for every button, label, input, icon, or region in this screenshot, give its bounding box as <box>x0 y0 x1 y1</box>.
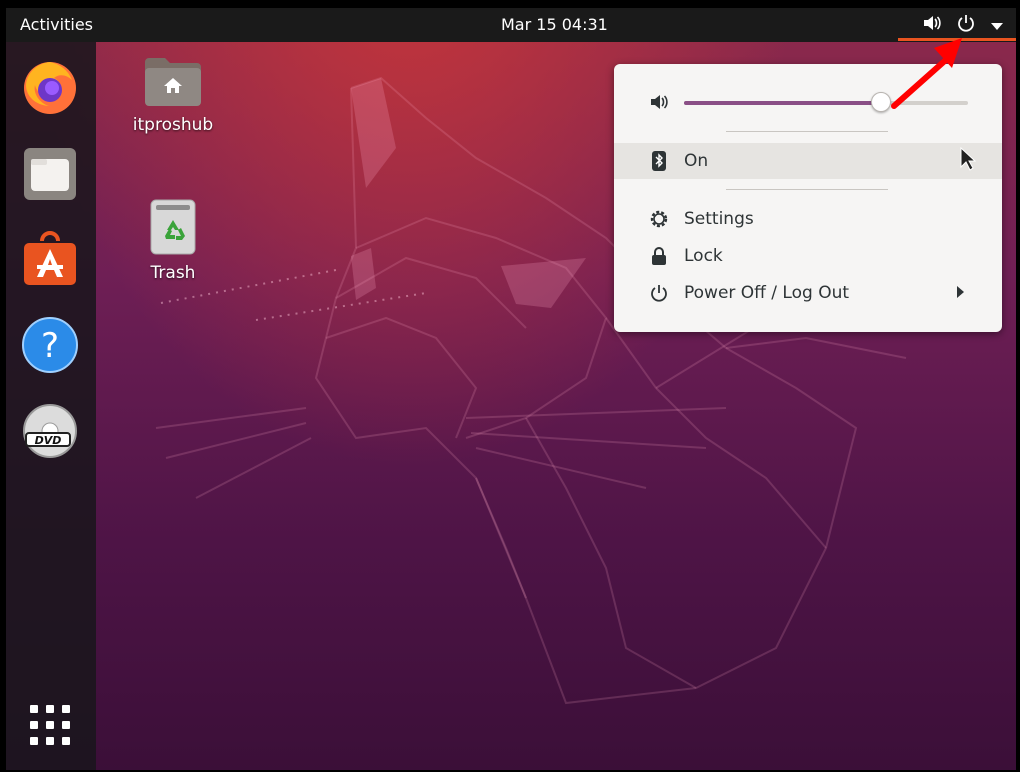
svg-text:DVD: DVD <box>35 434 62 447</box>
desktop-icon-home[interactable]: itproshub <box>123 54 223 135</box>
dock-item-dvd[interactable]: DVD <box>21 402 79 460</box>
trash-icon <box>150 199 196 255</box>
software-icon <box>24 231 76 285</box>
home-folder-icon <box>145 58 201 106</box>
dock-item-files[interactable] <box>21 145 79 203</box>
desktop-icon-label: Trash <box>150 263 196 283</box>
settings-item[interactable]: Settings <box>614 201 1002 237</box>
gear-icon <box>648 208 670 230</box>
power-off-log-out-item[interactable]: Power Off / Log Out <box>614 275 1002 311</box>
dock-item-help[interactable]: ? <box>21 316 79 374</box>
lock-label: Lock <box>684 246 723 266</box>
volume-slider-fill <box>684 101 880 105</box>
bluetooth-status-label: On <box>684 151 709 171</box>
chevron-right-icon <box>956 283 964 303</box>
chevron-down-icon[interactable] <box>990 16 1004 35</box>
dock: ? DVD <box>6 42 96 770</box>
dvd-icon: DVD <box>23 404 77 458</box>
firefox-icon <box>24 62 76 114</box>
menu-separator <box>726 189 888 190</box>
desktop-icon-label: itproshub <box>132 115 214 135</box>
power-off-log-out-label: Power Off / Log Out <box>684 283 850 303</box>
dock-item-firefox[interactable] <box>21 58 79 116</box>
show-applications-button[interactable] <box>21 696 79 754</box>
clock[interactable]: Mar 15 04:31 <box>501 15 608 34</box>
desktop-screen: Activities Mar 15 04:31 ? DVD itproshub … <box>6 8 1016 770</box>
mouse-cursor-icon <box>960 146 977 176</box>
bluetooth-item[interactable]: On <box>614 143 1002 179</box>
top-bar: Activities Mar 15 04:31 <box>6 8 1016 42</box>
help-icon: ? <box>22 317 78 373</box>
annotation-arrow <box>891 38 962 109</box>
desktop-icon-trash[interactable]: Trash <box>123 198 223 283</box>
svg-text:?: ? <box>41 326 59 366</box>
volume-icon[interactable] <box>922 14 942 36</box>
files-icon <box>24 148 76 200</box>
dock-item-software[interactable] <box>21 230 79 288</box>
power-icon <box>648 282 670 304</box>
lock-item[interactable]: Lock <box>614 238 1002 274</box>
show-applications-icon <box>30 705 70 745</box>
settings-label: Settings <box>684 209 754 229</box>
activities-button[interactable]: Activities <box>20 15 93 34</box>
volume-icon <box>648 91 670 113</box>
bluetooth-icon <box>648 150 670 172</box>
menu-separator <box>726 131 888 132</box>
lock-icon <box>648 245 670 267</box>
